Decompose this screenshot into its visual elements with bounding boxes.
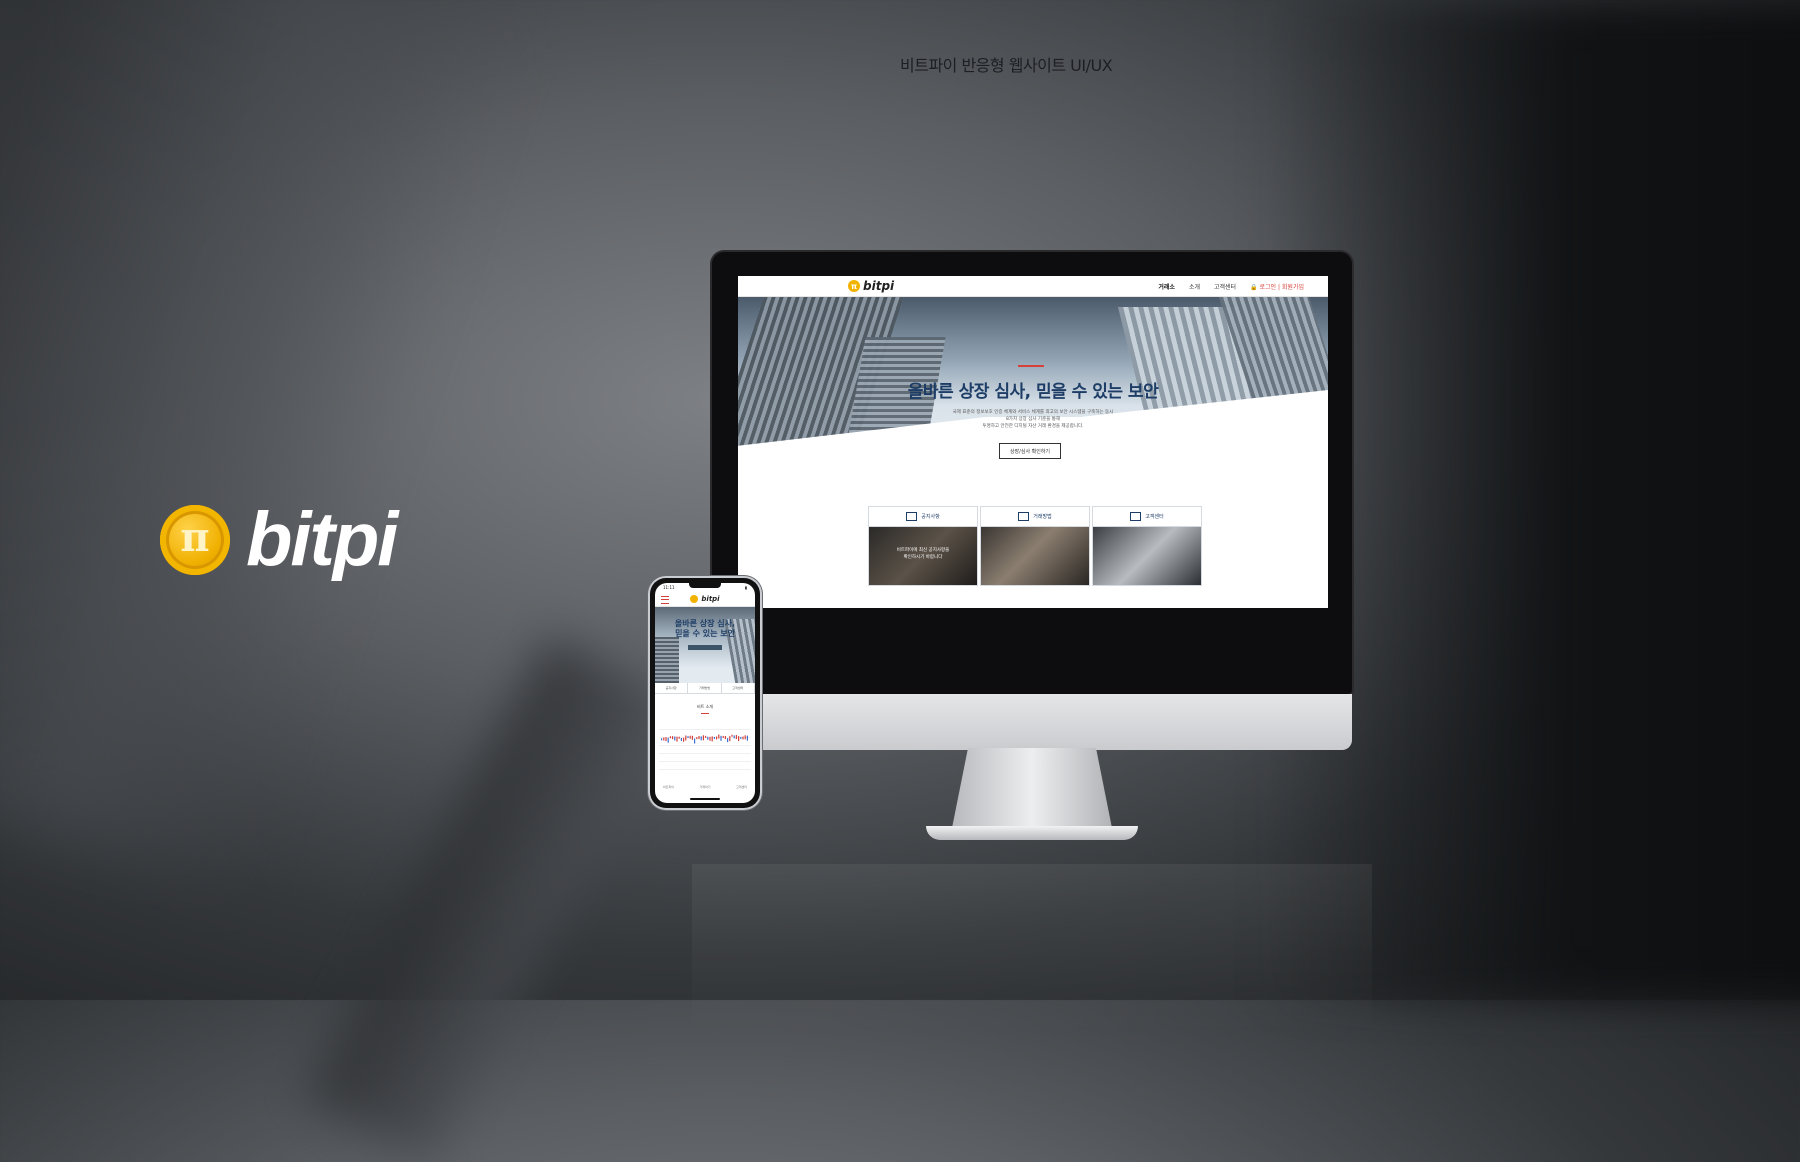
imac-stand [952,748,1112,828]
card-image: 비트파이에 최신 공지사항을 확인하시기 바랍니다 [869,527,977,585]
nav-item-about[interactable]: 소개 [1189,282,1200,291]
candle-mark [713,736,715,739]
mobile-hero-headline: 올바른 상장 심사, 믿을 수 있는 보안 [674,619,736,638]
card-support[interactable]: 고객센터 [1092,506,1202,586]
background-blur-left [0,0,527,899]
candle-mark [738,736,740,742]
hero-description: 국제 표준의 정보보호 인증 체계와 서비스 체계를 최고의 보안 시스템을 구… [952,410,1114,429]
support-icon [1130,512,1142,521]
mobile-footer: 비트파이 거래하기 고객센터 [663,785,747,789]
candle-mark [674,736,676,741]
price-chart-svg [661,734,748,744]
accent-line [1018,365,1044,367]
candle-mark [735,735,737,740]
tab-notice[interactable]: 공지사항 [655,683,689,693]
guide-icon [1018,512,1030,521]
candle-mark [678,736,680,739]
mobile-hero: 올바른 상장 심사, 믿을 수 있는 보안 [655,607,755,683]
phone-notch [689,583,721,588]
page-title: 비트파이 반응형 웹사이트 UI/UX [900,56,1113,75]
phone-mockup: 11:11 ▮ bitpi 올바른 상장 심사, 믿을 수 있는 보안 공지사항 … [650,578,760,808]
mobile-cta-button[interactable] [688,645,722,650]
candle-mark [709,736,711,741]
desktop-cards: 공지사항 비트파이에 최신 공지사항을 확인하시기 바랍니다 거래방법 고객센터 [868,506,1202,586]
candle-mark [669,736,671,739]
candle-mark [716,736,718,740]
brand-wordmark: bitpi [246,497,398,582]
card-image [1093,527,1201,585]
desktop-screen: π bitpi 거래소 소개 고객센터 🔒 로그인 | 회원가입 올바른 상장 … [738,276,1328,608]
coin-icon: π [848,280,860,292]
candle-mark [707,736,709,740]
candle-mark [667,737,669,743]
coin-icon: π [160,504,230,575]
imac-chin [712,694,1352,750]
brand-logo: π bitpi [160,496,398,583]
candle-mark [731,734,733,737]
candle-mark [727,738,729,743]
candle-mark [702,735,704,741]
candle-mark [720,735,722,741]
desktop-logo[interactable]: π bitpi [848,279,894,293]
candle-mark [729,736,731,742]
candle-mark [742,736,744,740]
section-title: 비트 소개 [697,704,713,709]
tab-support[interactable]: 고객센터 [722,683,755,693]
desktop-nav: π bitpi 거래소 소개 고객센터 🔒 로그인 | 회원가입 [738,276,1328,297]
candle-mark [691,735,693,740]
candle-mark [718,734,720,739]
battery-icon: ▮ [744,585,747,590]
candle-mark [683,737,685,742]
candle-mark [744,735,746,740]
mobile-screen: 11:11 ▮ bitpi 올바른 상장 심사, 믿을 수 있는 보안 공지사항 … [655,583,755,803]
candle-mark [733,735,735,739]
menu-icon[interactable] [661,596,669,604]
candle-mark [672,736,674,740]
price-chart [659,722,751,770]
imac-mockup: π bitpi 거래소 소개 고객센터 🔒 로그인 | 회원가입 올바른 상장 … [692,252,1372,1034]
notice-icon [906,512,918,521]
card-notice[interactable]: 공지사항 비트파이에 최신 공지사항을 확인하시기 바랍니다 [868,506,978,586]
candle-mark [689,735,691,739]
desktop-menu: 거래소 소개 고객센터 🔒 로그인 | 회원가입 [1158,282,1304,291]
hero-headline: 올바른 상장 심사, 믿을 수 있는 보안 [907,382,1159,402]
candle-mark [711,736,713,742]
desktop-hero: 올바른 상장 심사, 믿을 수 있는 보안 국제 표준의 정보보호 인증 체계와… [738,297,1328,479]
candle-mark [696,737,698,740]
card-overlay-text: 비트파이에 최신 공지사항을 확인하시기 바랍니다 [896,548,950,560]
lock-icon: 🔒 [1250,284,1258,291]
building-image [655,637,679,683]
candle-mark [705,735,707,738]
home-indicator [690,798,720,800]
candle-mark [687,736,689,739]
card-image [981,527,1089,585]
mobile-nav: bitpi [655,592,755,607]
nav-item-support[interactable]: 고객센터 [1214,282,1236,291]
candle-mark [698,736,700,740]
candle-mark [661,738,663,741]
candle-mark [740,736,742,739]
mobile-tabs: 공지사항 거래방법 고객센터 [655,683,755,694]
card-trading-guide[interactable]: 거래방법 [980,506,1090,586]
candle-mark [746,735,748,741]
coin-icon [690,595,699,603]
login-link[interactable]: 🔒 로그인 | 회원가입 [1250,282,1304,291]
candle-mark [722,735,724,738]
candle-mark [663,737,665,741]
hero-cta-button[interactable]: 상장/심사 확인하기 [999,443,1061,459]
candle-mark [680,737,682,741]
accent-line [701,713,709,714]
tab-guide[interactable]: 거래방법 [688,683,722,693]
desk-reflection [692,864,1372,1034]
imac-base [926,826,1138,840]
candle-mark [685,735,687,741]
candle-mark [694,738,696,744]
candle-mark [676,736,678,742]
background-pen [306,637,674,1162]
mobile-section: 비트 소개 [655,694,755,714]
candle-mark [665,737,667,742]
nav-item-exchange[interactable]: 거래소 [1158,282,1175,291]
candle-mark [700,736,702,741]
candle-mark [724,736,726,740]
